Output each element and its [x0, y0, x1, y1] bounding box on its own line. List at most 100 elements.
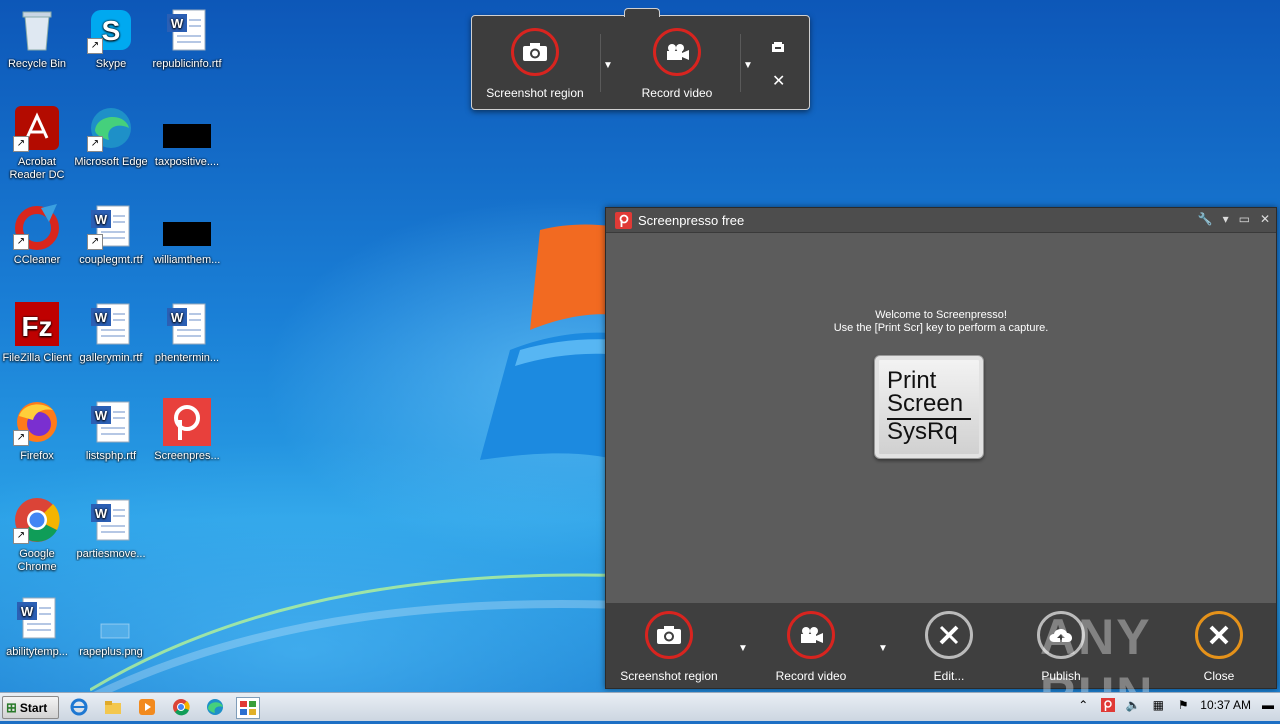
- bottom-screenshot-dropdown[interactable]: ▼: [738, 643, 748, 654]
- desktop-icon-label: rapeplus.png: [79, 646, 143, 658]
- desktop-icon-label: taxpositive....: [154, 156, 220, 168]
- screenshot-region-label: Screenshot region: [486, 86, 584, 100]
- shortcut-arrow-icon: ↗: [13, 528, 29, 544]
- desktop-icon-label: phentermin...: [154, 352, 220, 364]
- chrome-icon: ↗: [13, 496, 61, 544]
- screenpresso-taskbar-icon[interactable]: [236, 697, 260, 719]
- welcome-line-1: Welcome to Screenpresso!: [875, 309, 1007, 321]
- menu-chevron-down-icon[interactable]: ▾: [1223, 212, 1229, 226]
- recycle-bin-icon: [13, 6, 61, 54]
- desktop-icon-label: Microsoft Edge: [74, 156, 148, 168]
- word-doc-icon: W: [87, 398, 135, 446]
- shortcut-arrow-icon: ↗: [87, 136, 103, 152]
- firefox-icon: ↗: [13, 398, 61, 446]
- desktop-icon-gallerymin[interactable]: W gallerymin.rtf: [74, 300, 148, 365]
- bottom-record-dropdown[interactable]: ▼: [878, 643, 888, 654]
- desktop-icon-label-line1: Google: [19, 548, 55, 560]
- tray-screenpresso-icon[interactable]: [1100, 697, 1116, 713]
- network-icon[interactable]: ▦: [1150, 697, 1166, 713]
- screenshot-options-dropdown[interactable]: ▼: [603, 60, 613, 71]
- bottom-screenshot-region-button[interactable]: Screenshot region: [614, 611, 724, 683]
- desktop-icon-label: couplegmt.rtf: [79, 254, 143, 266]
- welcome-line-2: Use the [Print Scr] key to perform a cap…: [833, 322, 1049, 334]
- welcome-message: Welcome to Screenpresso! Use the [Print …: [606, 309, 1276, 335]
- black-thumbnail-icon: [163, 202, 211, 250]
- word-doc-icon: W: [87, 496, 135, 544]
- edge-taskbar-icon[interactable]: [204, 697, 226, 717]
- black-thumbnail-icon: [163, 104, 211, 152]
- svg-text:W: W: [95, 310, 108, 325]
- desktop-icon-republicinfo[interactable]: W republicinfo.rtf: [150, 6, 224, 71]
- word-doc-icon: W ↗: [87, 202, 135, 250]
- desktop-icon-partiesmove[interactable]: W partiesmove...: [74, 496, 148, 561]
- desktop-icon-filezilla[interactable]: Fz FileZilla Client: [0, 300, 74, 365]
- desktop-icon-couplegmt[interactable]: W ↗ couplegmt.rtf: [74, 202, 148, 267]
- record-video-button[interactable]: Record video: [622, 28, 732, 100]
- word-doc-icon: W: [163, 6, 211, 54]
- desktop-icon-acrobat[interactable]: ↗ Acrobat Reader DC: [0, 104, 74, 182]
- open-workspace-icon[interactable]: [771, 41, 785, 56]
- tray-expand-icon[interactable]: ⌃: [1075, 697, 1091, 713]
- record-options-dropdown[interactable]: ▼: [743, 60, 753, 71]
- toolbar-separator: [600, 34, 601, 92]
- video-camera-icon: [787, 611, 835, 659]
- desktop-icon-recycle-bin[interactable]: Recycle Bin: [0, 6, 74, 71]
- screenshot-region-button[interactable]: Screenshot region: [480, 28, 590, 100]
- shortcut-arrow-icon: ↗: [13, 430, 29, 446]
- svg-text:W: W: [21, 604, 34, 619]
- shortcut-arrow-icon: ↗: [87, 38, 103, 54]
- desktop-icon-phentermin[interactable]: W phentermin...: [150, 300, 224, 365]
- chrome-taskbar-icon[interactable]: [170, 697, 192, 717]
- internet-explorer-icon[interactable]: [68, 697, 90, 717]
- desktop-icon-williamthem[interactable]: williamthem...: [150, 202, 224, 267]
- svg-text:S: S: [102, 15, 121, 46]
- title-bar[interactable]: Screenpresso free 🔧 ▾ ▭ ✕: [606, 208, 1276, 233]
- desktop-icon-firefox[interactable]: ↗ Firefox: [0, 398, 74, 463]
- desktop-icon-edge[interactable]: ↗ Microsoft Edge: [74, 104, 148, 169]
- desktop-icon-chrome[interactable]: ↗ Google Chrome: [0, 496, 74, 574]
- bottom-record-video-button[interactable]: Record video: [756, 611, 866, 683]
- svg-text:W: W: [95, 212, 108, 227]
- clock[interactable]: 10:37 AM: [1200, 698, 1251, 712]
- desktop-icon-rapeplus[interactable]: rapeplus.png: [74, 594, 148, 659]
- desktop-icon-taxpositive[interactable]: taxpositive....: [150, 104, 224, 169]
- key-label-sysrq: SysRq: [887, 418, 958, 445]
- desktop-icon-ccleaner[interactable]: ↗ CCleaner: [0, 202, 74, 267]
- file-explorer-icon[interactable]: [102, 697, 124, 717]
- desktop-icon-listsphp[interactable]: W listsphp.rtf: [74, 398, 148, 463]
- volume-icon[interactable]: 🔈: [1125, 697, 1141, 713]
- edge-icon: ↗: [87, 104, 135, 152]
- capture-toolbar: Screenshot region ▼ Record video ▼ ✕: [471, 8, 810, 110]
- svg-text:W: W: [95, 408, 108, 423]
- bottom-screenshot-label: Screenshot region: [620, 669, 718, 683]
- show-desktop-icon[interactable]: ▬: [1260, 697, 1276, 713]
- desktop-icon-label: abilitytemp...: [6, 646, 68, 658]
- desktop-icon-abilitytemp[interactable]: W abilitytemp...: [0, 594, 74, 659]
- shortcut-arrow-icon: ↗: [13, 136, 29, 152]
- desktop-icon-label-line2: Chrome: [17, 561, 57, 573]
- shortcut-arrow-icon: ↗: [87, 234, 103, 250]
- action-center-flag-icon[interactable]: ⚑: [1175, 697, 1191, 713]
- settings-wrench-icon[interactable]: 🔧: [1198, 212, 1213, 226]
- key-label-screen: Screen: [887, 390, 964, 417]
- record-video-label: Record video: [641, 86, 713, 100]
- edit-button[interactable]: Edit...: [894, 611, 1004, 683]
- desktop-icon-screenpresso[interactable]: Screenpres...: [150, 398, 224, 463]
- camera-icon: [511, 28, 559, 76]
- toolbar-grip[interactable]: [624, 8, 660, 17]
- desktop-icon-skype[interactable]: S ↗ Skype: [74, 6, 148, 71]
- desktop-icon-label-line2: Reader DC: [9, 169, 65, 181]
- bottom-record-label: Record video: [775, 669, 847, 683]
- svg-text:W: W: [95, 506, 108, 521]
- windows-start-icon: ⊞: [6, 699, 17, 715]
- system-tray: ⌃ 🔈 ▦ ⚑ 10:37 AM ▬: [1075, 697, 1276, 713]
- skype-icon: S ↗: [87, 6, 135, 54]
- window-close-icon[interactable]: ✕: [1260, 212, 1270, 226]
- screenpresso-logo-icon: [615, 211, 632, 229]
- start-button[interactable]: ⊞ Start: [2, 696, 59, 719]
- close-toolbar-icon[interactable]: ✕: [772, 71, 785, 91]
- png-file-icon: [87, 594, 135, 642]
- svg-text:W: W: [171, 16, 184, 31]
- maximize-icon[interactable]: ▭: [1239, 212, 1250, 226]
- media-player-icon[interactable]: [136, 697, 158, 717]
